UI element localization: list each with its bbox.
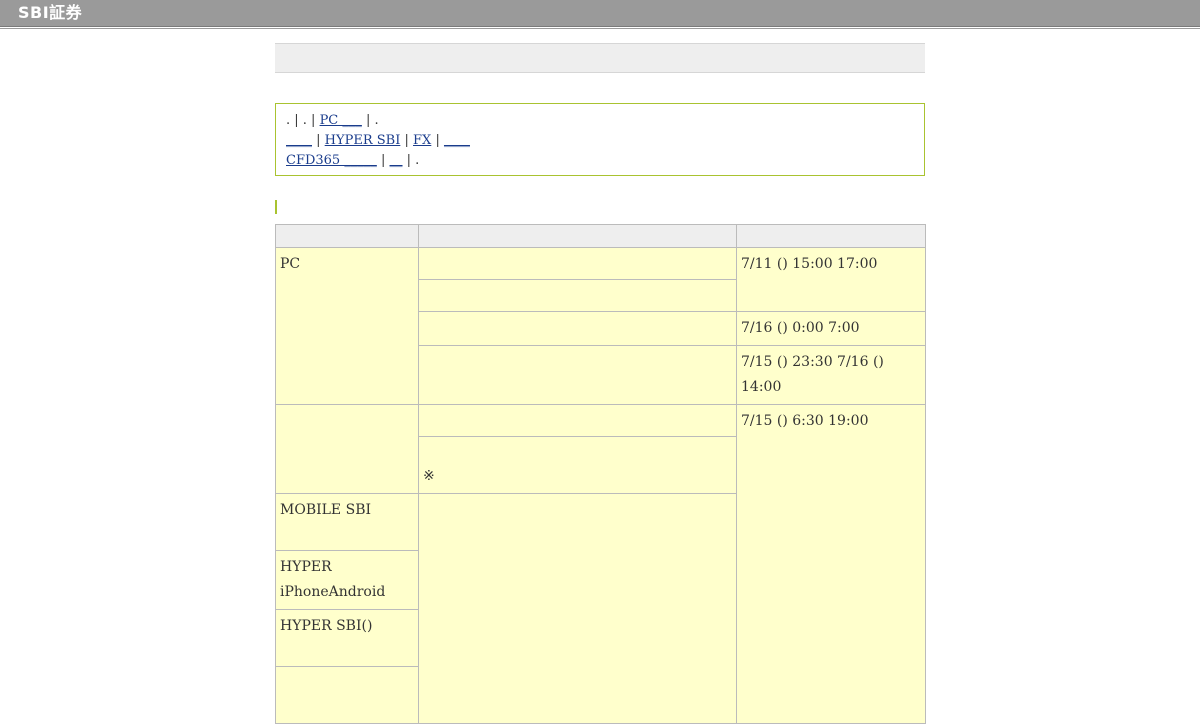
fx-link[interactable]: FX (413, 133, 431, 148)
service-cell-blank (275, 404, 419, 494)
table-header-row (275, 224, 926, 248)
cfd365-link[interactable]: CFD365 _____ (286, 153, 377, 168)
nav-line-3: CFD365 _____ | __ | . (286, 151, 914, 171)
detail-cell (418, 345, 737, 405)
detail-cell-note: ※ (418, 436, 737, 494)
nav-line-1: . | . | PC ___ | . (286, 111, 914, 131)
detail-cell (418, 493, 737, 724)
nav-separator: | (404, 133, 409, 148)
nav-separator: | (316, 133, 321, 148)
service-label: HYPER SBI() (280, 618, 373, 634)
time-text: 7/16 () 0:00 7:00 (741, 320, 860, 336)
table-header-cell (275, 224, 419, 248)
nav-separator: | (435, 133, 440, 148)
detail-cell (418, 311, 737, 346)
section-heading-marker (275, 200, 277, 214)
service-label: MOBILE SBI (280, 502, 372, 518)
link-navigation-box: . | . | PC ___ | . ____ | HYPER SBI | FX… (275, 103, 925, 176)
service-cell-mobile: MOBILE SBI (275, 493, 419, 551)
table-row: 7/15 () 6:30 19:00 (275, 404, 926, 724)
service-cell-hyper: HYPER iPhoneAndroid (275, 550, 419, 610)
time-text: 7/11 () 15:00 17:00 (741, 256, 878, 272)
time-cell: 7/11 () 15:00 17:00 (736, 247, 926, 312)
service-label: HYPER iPhoneAndroid (280, 559, 386, 600)
time-text: 7/15 () 23:30 7/16 () 14:00 (741, 354, 884, 395)
nav-link-blank-3[interactable]: __ (390, 153, 403, 168)
nav-line1-prefix: . | . | (286, 113, 316, 128)
service-cell-pc: PC (275, 247, 419, 405)
top-bar-divider (0, 28, 1200, 29)
top-bar: SBI証券 (0, 0, 1200, 27)
nav-link-blank-1[interactable]: ____ (286, 133, 312, 148)
time-cell: 7/16 () 0:00 7:00 (736, 311, 926, 346)
service-cell-hyper-sbi: HYPER SBI() (275, 609, 419, 667)
nav-line3-suffix: | . (406, 153, 420, 168)
page-title-bar (275, 43, 925, 73)
main-content: . | . | PC ___ | . ____ | HYPER SBI | FX… (275, 43, 926, 724)
detail-cell (418, 247, 737, 280)
nav-line1-suffix: | . (366, 113, 379, 128)
nav-link-blank-2[interactable]: ____ (444, 133, 470, 148)
service-cell-blank (275, 666, 419, 724)
detail-cell (418, 279, 737, 312)
nav-separator: | (380, 153, 386, 168)
time-cell: 7/15 () 6:30 19:00 (736, 404, 926, 724)
note-mark: ※ (423, 468, 435, 484)
table-header-cell (418, 224, 737, 248)
sbi-logo[interactable]: SBI証券 (18, 3, 82, 23)
maintenance-schedule-table: PC 7/11 () 15:00 17:00 7/16 () 0:00 7:00… (275, 224, 926, 724)
table-header-cell (736, 224, 926, 248)
detail-cell (418, 404, 737, 437)
table-row: PC 7/11 () 15:00 17:00 (275, 247, 926, 405)
pc-link[interactable]: PC ___ (320, 113, 362, 128)
time-cell: 7/15 () 23:30 7/16 () 14:00 (736, 345, 926, 405)
nav-line-2: ____ | HYPER SBI | FX | ____ (286, 131, 914, 151)
service-label: PC (280, 256, 301, 272)
time-text: 7/15 () 6:30 19:00 (741, 413, 869, 429)
hyper-sbi-link[interactable]: HYPER SBI (325, 133, 401, 148)
